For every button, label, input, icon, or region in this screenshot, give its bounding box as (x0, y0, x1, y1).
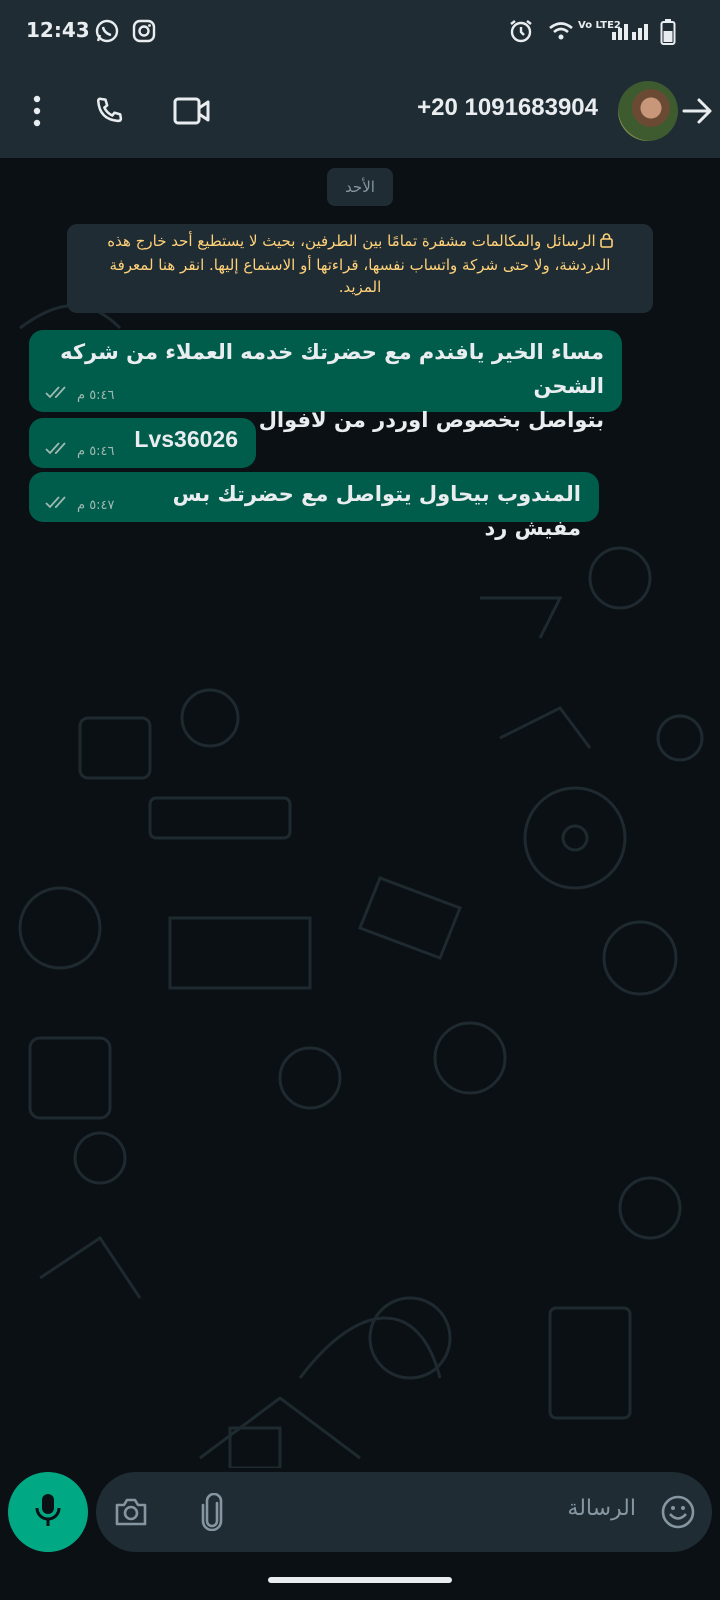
video-call-icon[interactable] (167, 86, 217, 136)
message-time: ٥:٤٧ م (77, 497, 115, 513)
whatsapp-icon (94, 18, 120, 46)
status-bar: 12:43 Vo LTE2 (0, 0, 720, 64)
lock-icon (599, 232, 613, 254)
attach-icon[interactable] (192, 1492, 232, 1532)
message-time: ٥:٤٦ م (77, 443, 115, 459)
contact-name[interactable]: +20 1091683904 (417, 94, 598, 122)
avatar[interactable] (618, 81, 678, 141)
camera-icon[interactable] (111, 1492, 151, 1532)
back-arrow-icon[interactable] (673, 86, 720, 136)
message-bubble[interactable]: Lvs36026 ٥:٤٦ م (29, 418, 256, 468)
menu-icon[interactable] (12, 86, 62, 136)
read-receipt-icon (45, 496, 71, 514)
instagram-icon (131, 18, 157, 46)
read-receipt-icon (45, 386, 71, 404)
message-bubble[interactable]: مساء الخير يافندم مع حضرتك خدمه العملاء … (29, 330, 622, 432)
call-icon[interactable] (84, 86, 134, 136)
message-bubble[interactable]: المندوب بيحاول يتواصل مع حضرتك بس مفيش ر… (29, 472, 599, 540)
battery-icon (660, 18, 676, 46)
message-time: ٥:٤٦ م (77, 387, 115, 403)
mic-button[interactable] (8, 1472, 88, 1552)
message-composer[interactable]: الرسالة (96, 1472, 712, 1552)
home-indicator[interactable] (268, 1577, 452, 1583)
read-receipt-icon (45, 442, 71, 460)
chat-header: +20 1091683904 (0, 64, 720, 158)
wifi-icon (548, 18, 574, 46)
mic-icon (34, 1492, 62, 1532)
encryption-notice[interactable]: الرسائل والمكالمات مشفرة تمامًا بين الطر… (67, 224, 653, 313)
alarm-icon (508, 18, 534, 46)
message-text: المندوب بيحاول يتواصل مع حضرتك بس مفيش ر… (172, 482, 581, 540)
encryption-notice-text: الرسائل والمكالمات مشفرة تمامًا بين الطر… (107, 232, 611, 296)
message-text: Lvs36026 (134, 426, 238, 452)
date-separator: الأحد (327, 168, 393, 206)
message-input[interactable]: الرسالة (567, 1496, 636, 1521)
signal-icon (610, 18, 654, 46)
message-text: مساء الخير يافندم مع حضرتك خدمه العملاء … (60, 340, 604, 398)
emoji-icon[interactable] (658, 1492, 698, 1532)
status-time: 12:43 (26, 18, 90, 42)
